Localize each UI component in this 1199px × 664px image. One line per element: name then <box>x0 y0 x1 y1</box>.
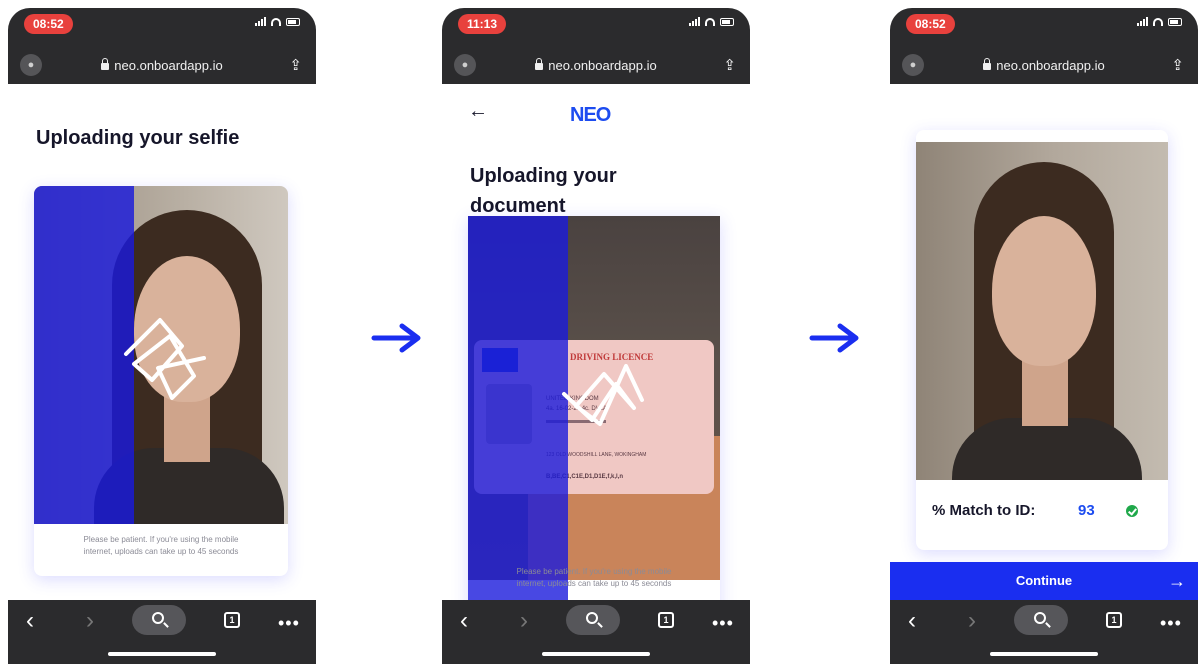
status-time: 08:52 <box>24 14 73 34</box>
back-arrow-icon[interactable]: ← <box>468 100 488 123</box>
home-indicator <box>990 652 1098 656</box>
phone-document-upload: 11:13 ● neo.onboardapp.io ⇪ ← NEO Upload… <box>442 8 750 664</box>
status-time: 08:52 <box>906 14 955 34</box>
share-icon[interactable]: ⇪ <box>1171 56 1184 74</box>
browser-more-icon[interactable]: ••• <box>278 610 300 636</box>
wifi-icon <box>271 18 281 26</box>
match-card: % Match to ID: 93 <box>916 130 1168 550</box>
upload-progress-overlay <box>468 216 568 600</box>
page-title: Uploading your selfie <box>36 127 240 149</box>
phone-selfie-upload: 08:52 ● neo.onboardapp.io ⇪ Uploading yo… <box>8 8 316 664</box>
search-icon <box>1034 612 1046 624</box>
loading-spinner-icon <box>124 318 206 400</box>
browser-toolbar: ‹ › 1 ••• <box>442 600 750 664</box>
status-time: 11:13 <box>458 14 507 34</box>
page-content: Uploading your selfie Please be patient.… <box>8 84 316 600</box>
matched-selfie-image <box>916 142 1168 480</box>
browser-toolbar: ‹ › 1 ••• <box>8 600 316 664</box>
status-bar: 11:13 <box>442 8 750 38</box>
browser-tabs-button[interactable]: 1 <box>658 612 674 628</box>
home-indicator <box>542 652 650 656</box>
browser-forward-icon[interactable]: › <box>86 608 94 634</box>
search-icon <box>152 612 164 624</box>
browser-search-button[interactable] <box>132 605 186 635</box>
search-icon <box>586 612 598 624</box>
signal-icon <box>1137 17 1148 26</box>
browser-url-bar[interactable]: ● neo.onboardapp.io ⇪ <box>442 48 750 84</box>
share-icon[interactable]: ⇪ <box>289 56 302 74</box>
continue-button[interactable]: Continue → <box>890 562 1198 600</box>
url-address[interactable]: neo.onboardapp.io <box>890 58 1198 73</box>
url-text: neo.onboardapp.io <box>548 58 657 73</box>
selfie-card: Please be patient. If you're using the m… <box>34 186 288 576</box>
battery-icon <box>286 18 300 26</box>
signal-icon <box>689 17 700 26</box>
url-text: neo.onboardapp.io <box>114 58 223 73</box>
browser-more-icon[interactable]: ••• <box>712 610 734 636</box>
check-circle-icon <box>1126 505 1138 517</box>
browser-url-bar[interactable]: ● neo.onboardapp.io ⇪ <box>890 48 1198 84</box>
browser-back-icon[interactable]: ‹ <box>460 608 468 634</box>
status-icons <box>1137 17 1182 26</box>
browser-tabs-button[interactable]: 1 <box>224 612 240 628</box>
browser-back-icon[interactable]: ‹ <box>908 608 916 634</box>
page-content: ← NEO Uploading your document DRIVING LI… <box>442 84 750 600</box>
loading-spinner-icon <box>562 364 644 426</box>
page-title-line1: Uploading your <box>470 165 617 187</box>
match-label: % Match to ID: <box>932 502 1036 519</box>
battery-icon <box>720 18 734 26</box>
wifi-icon <box>705 18 715 26</box>
wifi-icon <box>1153 18 1163 26</box>
upload-hint-line1: Please be patient. If you're using the m… <box>516 567 672 576</box>
status-bar: 08:52 <box>890 8 1198 38</box>
arrow-right-icon: → <box>1168 571 1186 591</box>
url-text: neo.onboardapp.io <box>996 58 1105 73</box>
upload-hint-line2: internet, uploads can take up to 45 seco… <box>516 579 672 588</box>
lock-icon <box>535 58 544 70</box>
browser-forward-icon[interactable]: › <box>968 608 976 634</box>
battery-icon <box>1168 18 1182 26</box>
browser-search-button[interactable] <box>566 605 620 635</box>
signal-icon <box>255 17 266 26</box>
lock-icon <box>101 58 110 70</box>
neo-logo: NEO <box>570 104 611 126</box>
browser-back-icon[interactable]: ‹ <box>26 608 34 634</box>
continue-label: Continue <box>1015 573 1073 588</box>
selfie-image <box>34 186 288 524</box>
page-content: % Match to ID: 93 Continue → <box>890 84 1198 600</box>
document-card: DRIVING LICENCE UNITED KINGDOM 4a. 16-02… <box>468 216 720 600</box>
status-icons <box>255 17 300 26</box>
lock-icon <box>983 58 992 70</box>
browser-search-button[interactable] <box>1014 605 1068 635</box>
url-address[interactable]: neo.onboardapp.io <box>442 58 750 73</box>
upload-hint-line1: Please be patient. If you're using the m… <box>83 535 239 544</box>
step-arrow-1 <box>371 323 421 353</box>
share-icon[interactable]: ⇪ <box>723 56 736 74</box>
step-arrow-2 <box>809 323 859 353</box>
match-score: 93 <box>1078 502 1095 519</box>
browser-forward-icon[interactable]: › <box>520 608 528 634</box>
home-indicator <box>108 652 216 656</box>
status-icons <box>689 17 734 26</box>
browser-url-bar[interactable]: ● neo.onboardapp.io ⇪ <box>8 48 316 84</box>
upload-hint-line2: internet, uploads can take up to 45 seco… <box>83 547 239 556</box>
phone-match-result: 08:52 ● neo.onboardapp.io ⇪ % Match to I… <box>890 8 1198 664</box>
browser-more-icon[interactable]: ••• <box>1160 610 1182 636</box>
status-bar: 08:52 <box>8 8 316 38</box>
browser-toolbar: ‹ › 1 ••• <box>890 600 1198 664</box>
browser-tabs-button[interactable]: 1 <box>1106 612 1122 628</box>
url-address[interactable]: neo.onboardapp.io <box>8 58 316 73</box>
